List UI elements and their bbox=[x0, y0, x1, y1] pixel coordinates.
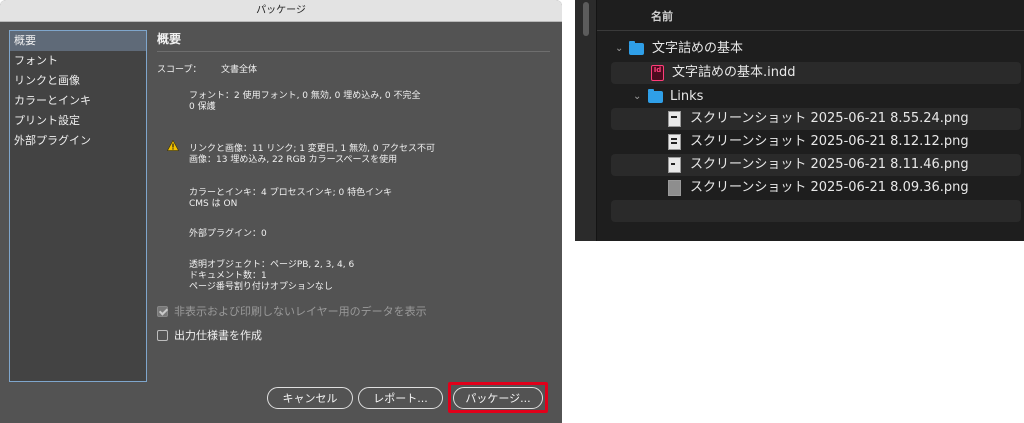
package-dialog: パッケージ 概要 フォント リンクと画像 カラーとインキ プリント設定 外部プラ… bbox=[0, 0, 562, 423]
fonts-summary-line-1: フォント：2 使用フォント, 0 無効, 0 埋め込み, 0 不完全 bbox=[189, 91, 421, 101]
scope-value: 文書全体 bbox=[221, 65, 258, 75]
sidebar-item-colors-inks[interactable]: カラーとインキ bbox=[10, 91, 146, 111]
sidebar-item-links-images[interactable]: リンクと画像 bbox=[10, 71, 146, 91]
finder-row-screenshot[interactable]: スクリーンショット 2025-06-21 8.55.24.png bbox=[611, 108, 1021, 130]
create-output-spec-label: 出力仕様書を作成 bbox=[174, 329, 262, 342]
create-output-spec-checkbox[interactable] bbox=[157, 329, 168, 341]
row-label: Links bbox=[670, 89, 704, 104]
header-divider bbox=[597, 30, 1024, 31]
fonts-summary-line-2: 0 保護 bbox=[189, 102, 216, 112]
finder-row-screenshot[interactable]: スクリーンショット 2025-06-21 8.11.46.png bbox=[611, 154, 1021, 176]
cancel-button[interactable]: キャンセル bbox=[267, 387, 353, 409]
sidebar-item-print-settings[interactable]: プリント設定 bbox=[10, 111, 146, 131]
finder-row-screenshot[interactable]: スクリーンショット 2025-06-21 8.09.36.png bbox=[611, 177, 1021, 199]
row-label: 文字詰めの基本.indd bbox=[672, 65, 796, 80]
image-file-icon bbox=[668, 180, 681, 196]
scrollbar-thumb[interactable] bbox=[583, 2, 589, 36]
image-file-icon bbox=[668, 111, 681, 127]
chevron-down-icon[interactable]: ⌄ bbox=[615, 38, 623, 60]
show-hidden-layers-option[interactable]: 非表示および印刷しないレイヤー用のデータを表示 bbox=[157, 304, 427, 318]
finder-sidebar-edge bbox=[575, 0, 597, 241]
sidebar-item-fonts[interactable]: フォント bbox=[10, 51, 146, 71]
row-label: スクリーンショット 2025-06-21 8.55.24.png bbox=[690, 111, 969, 126]
scope-label: スコープ： bbox=[157, 65, 202, 75]
package-button-highlight bbox=[448, 382, 548, 413]
finder-empty-row bbox=[611, 200, 1021, 222]
folder-icon bbox=[629, 41, 644, 55]
indd-file-icon: Id bbox=[651, 65, 664, 81]
warning-icon bbox=[167, 140, 179, 151]
dialog-title: パッケージ bbox=[0, 0, 562, 22]
finder-row-project-folder[interactable]: ⌄ 文字詰めの基本 bbox=[611, 38, 1021, 60]
sidebar-item-summary[interactable]: 概要 bbox=[10, 31, 146, 51]
colors-summary-line-2: CMS は ON bbox=[189, 199, 238, 209]
show-hidden-layers-checkbox[interactable] bbox=[157, 305, 168, 317]
plugins-summary-line: 外部プラグイン：0 bbox=[189, 229, 267, 239]
folder-icon bbox=[648, 89, 663, 103]
chevron-down-icon[interactable]: ⌄ bbox=[633, 86, 641, 108]
show-hidden-layers-label: 非表示および印刷しないレイヤー用のデータを表示 bbox=[174, 305, 427, 318]
sidebar-item-external-plugins[interactable]: 外部プラグイン bbox=[10, 131, 146, 151]
image-file-icon bbox=[668, 157, 681, 173]
finder-row-links-folder[interactable]: ⌄ Links bbox=[611, 86, 1021, 108]
report-button[interactable]: レポート... bbox=[358, 387, 443, 409]
row-label: 文字詰めの基本 bbox=[652, 41, 744, 56]
finder-row-indd-file[interactable]: Id 文字詰めの基本.indd bbox=[611, 62, 1021, 84]
row-label: スクリーンショット 2025-06-21 8.11.46.png bbox=[690, 157, 969, 172]
transparency-summary-line-3: ページ番号割り付けオプションなし bbox=[189, 282, 333, 292]
links-summary-line-1: リンクと画像：11 リンク; 1 変更日, 1 無効, 0 アクセス不可 bbox=[189, 144, 435, 154]
links-summary-line-2: 画像：13 埋め込み, 22 RGB カラースペースを使用 bbox=[189, 155, 398, 165]
category-list: 概要 フォント リンクと画像 カラーとインキ プリント設定 外部プラグイン bbox=[9, 30, 147, 382]
row-label: スクリーンショット 2025-06-21 8.12.12.png bbox=[690, 134, 969, 149]
section-divider bbox=[157, 51, 550, 52]
create-output-spec-option[interactable]: 出力仕様書を作成 bbox=[157, 328, 262, 342]
transparency-summary-line-2: ドキュメント数：1 bbox=[189, 271, 267, 281]
transparency-summary-line-1: 透明オブジェクト：ページPB, 2, 3, 4, 6 bbox=[189, 260, 355, 270]
finder-row-screenshot[interactable]: スクリーンショット 2025-06-21 8.12.12.png bbox=[611, 131, 1021, 153]
finder-list-view: 名前 ⌄ 文字詰めの基本 Id 文字詰めの基本.indd ⌄ Links スクリ… bbox=[575, 0, 1024, 241]
section-title: 概要 bbox=[157, 32, 182, 46]
column-header-name[interactable]: 名前 bbox=[651, 8, 673, 24]
colors-summary-line-1: カラーとインキ：4 プロセスインキ; 0 特色インキ bbox=[189, 188, 393, 198]
image-file-icon bbox=[668, 134, 681, 150]
row-label: スクリーンショット 2025-06-21 8.09.36.png bbox=[690, 180, 969, 195]
